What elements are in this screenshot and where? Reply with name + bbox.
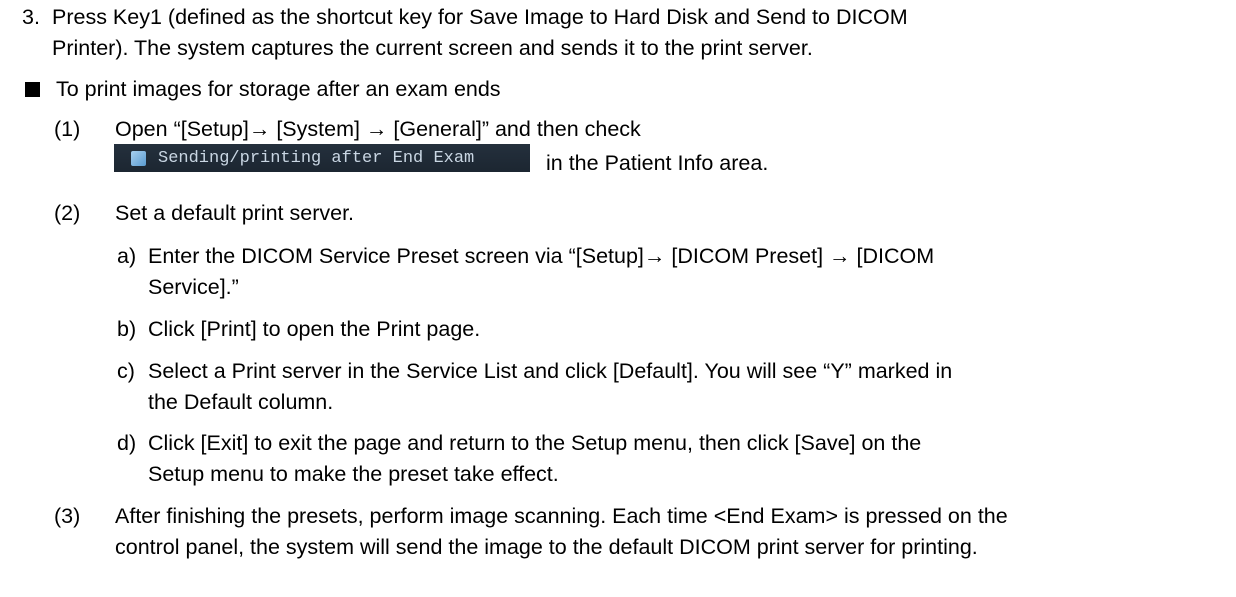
substep-letter: a) (117, 244, 137, 268)
substep-text-line1: Enter the DICOM Service Preset screen vi… (148, 244, 935, 268)
checkbox-icon (131, 150, 146, 166)
substep-letter: d) (117, 431, 137, 455)
substep-text-line1: Select a Print server in the Service Lis… (148, 359, 953, 383)
substep-text-line2: the Default column. (148, 390, 334, 414)
step-text-after-ui: in the Patient Info area. (546, 151, 769, 175)
substep-text-line2: Setup menu to make the preset take effec… (148, 462, 559, 486)
step-number: 3. (22, 5, 40, 29)
step-text-line2: Printer). The system captures the curren… (52, 36, 813, 60)
step-number: (2) (54, 201, 81, 225)
square-bullet-icon (25, 82, 40, 97)
step-text-line1: Press Key1 (defined as the shortcut key … (52, 5, 908, 29)
substep-text-line1: Click [Exit] to exit the page and return… (148, 431, 922, 455)
sending-printing-checkbox-screenshot: Sending/printing after End Exam (114, 144, 530, 172)
substep-text-line1: Click [Print] to open the Print page. (148, 317, 481, 341)
section-title: To print images for storage after an exa… (56, 77, 501, 101)
step-text-line1: After finishing the presets, perform ima… (115, 504, 1008, 528)
step-text-line1: Set a default print server. (115, 201, 355, 225)
step-number: (1) (54, 117, 81, 141)
step-text-line2: control panel, the system will send the … (115, 535, 978, 559)
step-number: (3) (54, 504, 81, 528)
substep-letter: b) (117, 317, 137, 341)
ui-label: Sending/printing after End Exam (158, 148, 475, 168)
step-text-line1: Open “[Setup]→ [System] → [General]” and… (115, 117, 641, 141)
substep-letter: c) (117, 359, 135, 383)
document-page: 3. Press Key1 (defined as the shortcut k… (0, 0, 1236, 597)
substep-text-line2: Service].” (148, 275, 239, 299)
